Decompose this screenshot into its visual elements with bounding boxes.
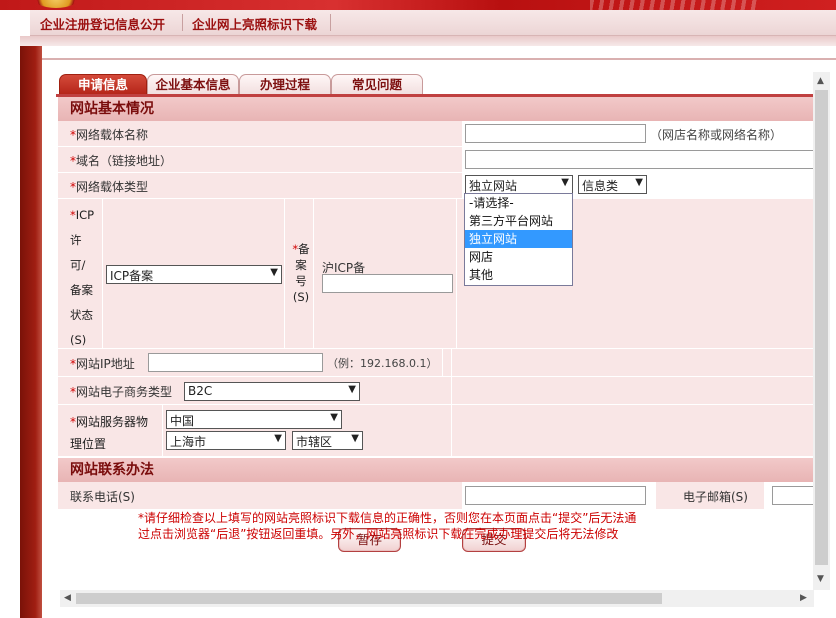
carrier-category-select[interactable]: 信息类 ▼ <box>578 175 647 194</box>
email-input[interactable] <box>772 486 816 505</box>
cell-divider <box>451 377 452 405</box>
scroll-up-icon[interactable]: ▲ <box>817 76 824 86</box>
cell-divider <box>284 199 285 349</box>
chevron-down-icon: ▼ <box>348 384 356 395</box>
cell-divider <box>102 199 103 349</box>
dropdown-option[interactable]: 网店 <box>465 248 572 266</box>
phone-label: 联系电话(S) <box>70 490 135 504</box>
ip-input[interactable] <box>148 353 323 372</box>
dropdown-option[interactable]: 其他 <box>465 266 572 284</box>
page-root: 企业注册登记信息公开 企业网上亮照标识下载 申请信息 企业基本信息 办理过程 常… <box>0 0 836 618</box>
carrier-name-hint: （网店名称或网络名称） <box>650 128 783 142</box>
tab-company-info[interactable]: 企业基本信息 <box>147 74 239 95</box>
dropdown-option[interactable]: -请选择- <box>465 194 572 212</box>
carrier-name-input[interactable] <box>465 124 646 143</box>
row-domain: *域名（链接地址） <box>58 147 816 173</box>
email-label: 电子邮箱(S) <box>683 490 748 504</box>
cell-divider <box>451 405 452 457</box>
dropdown-option[interactable]: 第三方平台网站 <box>465 212 572 230</box>
server-location-label: *网站服务器物 理位置 <box>70 415 149 451</box>
warning-notice: *请仔细检查以上填写的网站亮照标识下载信息的正确性，否则您在本页面点击“提交”后… <box>138 511 637 525</box>
ip-label: *网站IP地址 <box>70 357 135 371</box>
domain-label: *域名（链接地址） <box>70 154 173 168</box>
chevron-down-icon: ▼ <box>330 412 338 423</box>
top-nav: 企业注册登记信息公开 企业网上亮照标识下载 <box>30 10 836 36</box>
chevron-down-icon: ▼ <box>270 267 278 278</box>
cell-divider <box>451 349 452 377</box>
left-frame-border <box>20 46 42 618</box>
row-carrier-name: *网络载体名称 （网店名称或网络名称） <box>58 121 816 147</box>
section-website-contact: 网站联系办法 <box>58 458 816 482</box>
scroll-down-icon[interactable]: ▼ <box>817 574 824 584</box>
scroll-left-icon[interactable]: ◀ <box>64 593 71 603</box>
phone-input[interactable] <box>465 486 646 505</box>
icp-number-label: *备 案 号 (S) <box>292 242 310 304</box>
carrier-name-label: *网络载体名称 <box>70 128 149 142</box>
header-divider <box>20 36 836 46</box>
nav-separator <box>182 14 183 31</box>
header-banner <box>0 0 836 12</box>
chevron-down-icon: ▼ <box>274 433 282 444</box>
warning-notice-line2: 过点击浏览器“后退”按钮返回重填。另外，网站亮照标识下载在完成办理提交后将无法修… <box>138 527 619 541</box>
dropdown-option-selected[interactable]: 独立网站 <box>465 230 572 248</box>
icp-status-select[interactable]: ICP备案 ▼ <box>106 265 282 284</box>
carrier-type-select[interactable]: 独立网站 ▼ <box>465 175 573 194</box>
row-server-location: *网站服务器物 理位置 中国 ▼ 上海市 ▼ 市辖区 ▼ <box>58 405 816 457</box>
nav-separator <box>330 14 331 31</box>
vertical-scroll-thumb[interactable] <box>815 90 828 565</box>
cell-divider <box>313 199 314 349</box>
section-website-basic: 网站基本情况 <box>58 97 816 121</box>
cell-divider <box>442 349 443 377</box>
tab-faq[interactable]: 常见问题 <box>331 74 423 95</box>
cell-divider <box>162 405 163 457</box>
carrier-type-dropdown-list: -请选择- 第三方平台网站 独立网站 网店 其他 <box>464 193 573 286</box>
cell-divider <box>456 199 457 349</box>
server-city-select[interactable]: 上海市 ▼ <box>166 431 286 450</box>
row-ecommerce-type: *网站电子商务类型 B2C ▼ <box>58 377 816 405</box>
icp-status-label: *ICP 许 可/ 备案 状态 (S) <box>70 208 95 347</box>
chevron-down-icon: ▼ <box>351 433 359 444</box>
chevron-down-icon: ▼ <box>635 177 643 188</box>
server-country-select[interactable]: 中国 ▼ <box>166 410 342 429</box>
tab-process[interactable]: 办理过程 <box>239 74 331 95</box>
row-ip: *网站IP地址 （例：192.168.0.1） <box>58 349 816 377</box>
row-icp: *ICP 许 可/ 备案 状态 (S) ICP备案 ▼ *备 案 号 (S) 沪I… <box>58 199 816 349</box>
ecommerce-type-select[interactable]: B2C ▼ <box>184 382 360 401</box>
domain-input[interactable] <box>465 150 816 169</box>
chevron-down-icon: ▼ <box>561 177 569 188</box>
nav-registration-info[interactable]: 企业注册登记信息公开 <box>40 14 165 33</box>
row-contact: 联系电话(S) 电子邮箱(S) <box>58 482 816 510</box>
scroll-right-icon[interactable]: ▶ <box>800 593 807 603</box>
tab-application-info[interactable]: 申请信息 <box>59 74 147 95</box>
icp-number-input[interactable] <box>322 274 453 293</box>
row-carrier-type: *网络载体类型 独立网站 ▼ 信息类 ▼ <box>58 173 816 199</box>
nav-license-download[interactable]: 企业网上亮照标识下载 <box>192 14 317 33</box>
server-district-select[interactable]: 市辖区 ▼ <box>292 431 363 450</box>
carrier-type-label: *网络载体类型 <box>70 180 149 194</box>
logo-icon <box>32 0 80 8</box>
horizontal-scroll-thumb[interactable] <box>76 593 662 604</box>
ecommerce-type-label: *网站电子商务类型 <box>70 385 173 399</box>
ip-hint: （例：192.168.0.1） <box>327 357 438 370</box>
